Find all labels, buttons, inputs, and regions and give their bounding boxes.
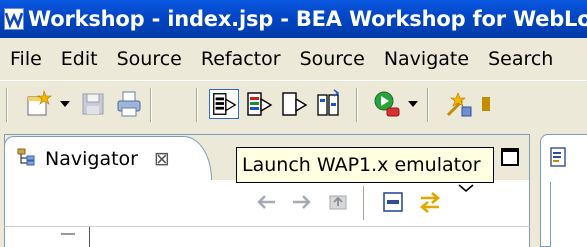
collapse-all-icon[interactable] <box>381 190 405 218</box>
save-icon[interactable] <box>78 89 108 119</box>
back-arrow-icon[interactable] <box>255 192 277 216</box>
launch-device-icon[interactable] <box>279 89 309 119</box>
tree-line <box>89 227 90 247</box>
tooltip: Launch WAP1.x emulator <box>236 147 494 183</box>
menu-bar: File Edit Source Refactor Source Navigat… <box>0 38 587 80</box>
toolbar-separator <box>6 88 8 122</box>
tab-navigator-label: Navigator <box>45 147 138 170</box>
forward-arrow-icon[interactable] <box>291 192 313 216</box>
run-icon[interactable] <box>372 89 402 119</box>
menu-source[interactable]: Source <box>117 48 182 70</box>
tab-navigator[interactable]: Navigator ⊠ <box>4 136 212 180</box>
toolbar-separator <box>356 88 358 122</box>
minimize-view-icon[interactable] <box>501 148 519 166</box>
print-icon[interactable] <box>114 89 144 119</box>
bea-workshop-icon[interactable] <box>4 8 24 30</box>
new-wizard-icon[interactable] <box>24 89 54 119</box>
title-bar[interactable]: Workshop - index.jsp - BEA Workshop for … <box>0 0 587 38</box>
menu-search[interactable]: Search <box>488 48 553 70</box>
toolbar-separator <box>363 186 365 220</box>
navigator-toolbar <box>4 180 530 226</box>
partial-toolbar-icon[interactable] <box>480 89 490 119</box>
close-icon[interactable]: ⊠ <box>154 148 170 170</box>
menu-edit[interactable]: Edit <box>61 48 98 70</box>
open-type-icon[interactable] <box>444 89 474 119</box>
run-dropdown-arrow-icon[interactable] <box>408 101 418 107</box>
menu-file[interactable]: File <box>10 48 42 70</box>
navigator-tree[interactable] <box>4 226 530 247</box>
new-dropdown-arrow-icon[interactable] <box>60 101 70 107</box>
launch-wap-icon[interactable] <box>209 89 239 119</box>
tree-line <box>61 233 75 235</box>
link-with-editor-icon[interactable] <box>417 190 443 218</box>
launch-config-icon[interactable] <box>314 89 344 119</box>
main-toolbar <box>0 80 587 128</box>
menu-source-2[interactable]: Source <box>300 48 365 70</box>
toolbar-separator <box>150 88 152 122</box>
toolbar-separator <box>427 88 429 122</box>
menu-navigate[interactable]: Navigate <box>384 48 469 70</box>
window-title: Workshop - index.jsp - BEA Workshop for … <box>28 7 587 31</box>
jsp-file-icon <box>550 147 566 171</box>
menu-refactor[interactable]: Refactor <box>201 48 281 70</box>
editor-content[interactable] <box>550 182 587 247</box>
navigator-icon <box>17 147 37 171</box>
launch-wap-browser-icon[interactable] <box>244 89 274 119</box>
toolbar-separator <box>196 88 198 122</box>
up-folder-icon[interactable] <box>327 190 349 216</box>
